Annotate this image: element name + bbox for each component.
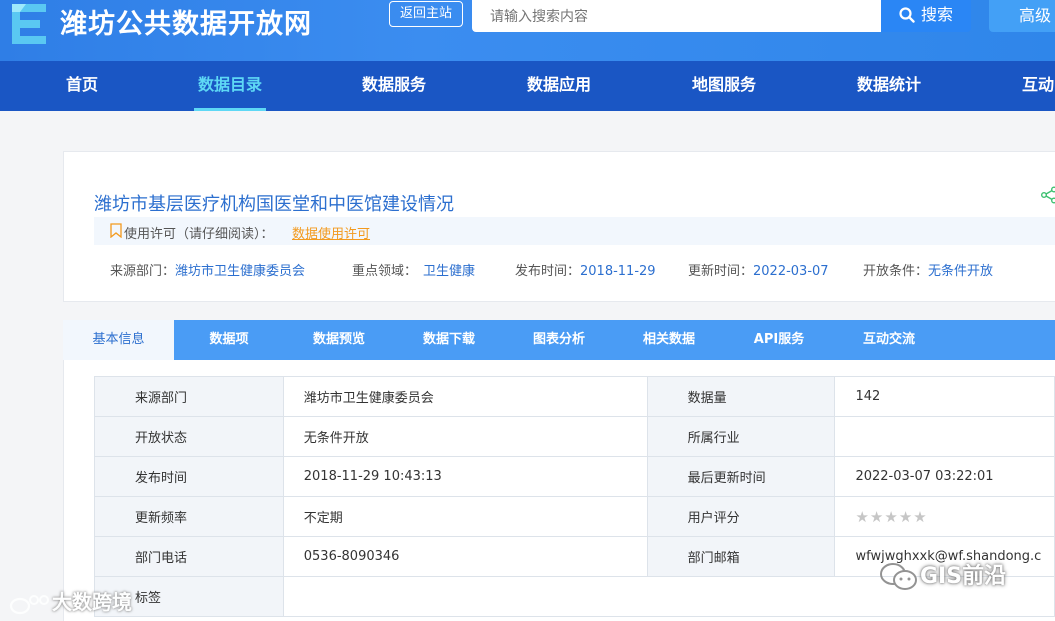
star-icon[interactable]: ★ — [899, 508, 913, 526]
dataset-title: 潍坊市基层医疗机构国医堂和中医馆建设情况 — [94, 194, 454, 215]
back-to-main-button[interactable]: 返回主站 — [389, 1, 463, 27]
star-icon[interactable]: ★ — [870, 508, 884, 526]
meta-update-key: 更新时间： — [688, 264, 754, 279]
table-value: 142 — [834, 376, 1055, 417]
star-icon[interactable]: ★ — [855, 508, 869, 526]
wechat-icon — [880, 563, 917, 590]
watermark-right: GIS前沿 — [878, 558, 1006, 592]
site-header: 潍坊公共数据开放网 返回主站 搜索 高级 — [0, 0, 1055, 61]
nav-item-data-apps[interactable]: 数据应用 — [527, 61, 591, 111]
meta-open-value: 无条件开放 — [928, 264, 994, 279]
meta-publish: 发布时间：2018-11-29 — [515, 260, 656, 279]
table-row: 更新频率 不定期 用户评分 ★★★★★ — [94, 496, 1055, 537]
table-label: 更新频率 — [94, 496, 284, 537]
star-icon[interactable]: ★ — [884, 508, 898, 526]
table-value: 2022-03-07 03:22:01 — [834, 456, 1055, 497]
meta-source-link[interactable]: 潍坊市卫生健康委员会 — [175, 264, 305, 279]
table-label: 所属行业 — [646, 416, 836, 457]
meta-open-key: 开放条件： — [863, 264, 929, 279]
user-rating[interactable]: ★★★★★ — [834, 496, 1055, 537]
dataset-summary-card: 潍坊市基层医疗机构国医堂和中医馆建设情况 使用许可（请仔细阅读）： 数据使用许可… — [63, 151, 1055, 302]
tab-api-service[interactable]: API服务 — [724, 320, 834, 360]
table-value: 2018-11-29 10:43:13 — [282, 456, 648, 497]
tab-related-data[interactable]: 相关数据 — [614, 320, 724, 360]
tab-data-download[interactable]: 数据下载 — [394, 320, 504, 360]
meta-field: 重点领域： 卫生健康 — [352, 260, 475, 279]
search-icon — [899, 7, 915, 23]
license-link[interactable]: 数据使用许可 — [292, 223, 370, 242]
search-button-label: 搜索 — [920, 5, 953, 24]
table-value: 无条件开放 — [282, 416, 648, 457]
weibo-icon — [9, 594, 49, 614]
meta-field-link[interactable]: 卫生健康 — [423, 264, 475, 279]
table-label: 最后更新时间 — [646, 456, 836, 497]
table-row: 来源部门 潍坊市卫生健康委员会 数据量 142 — [94, 376, 1055, 417]
advanced-search-button[interactable]: 高级 — [989, 0, 1055, 32]
nav-item-data-services[interactable]: 数据服务 — [362, 61, 426, 111]
nav-item-catalog[interactable]: 数据目录 — [194, 61, 267, 111]
meta-field-key: 重点领域： — [352, 264, 418, 279]
nav-item-home[interactable]: 首页 — [66, 61, 98, 111]
meta-open: 开放条件：无条件开放 — [863, 260, 993, 279]
table-label: 部门电话 — [94, 536, 284, 577]
table-label: 开放状态 — [94, 416, 284, 457]
tab-data-preview[interactable]: 数据预览 — [284, 320, 394, 360]
tab-interaction[interactable]: 互动交流 — [834, 320, 944, 360]
table-row: 发布时间 2018-11-29 10:43:13 最后更新时间 2022-03-… — [94, 456, 1055, 497]
nav-item-interaction[interactable]: 互动 — [1022, 61, 1054, 111]
license-bar: 使用许可（请仔细阅读）： 数据使用许可 — [94, 217, 1055, 245]
table-value: 不定期 — [282, 496, 648, 537]
table-label: 部门邮箱 — [646, 536, 836, 577]
watermark-right-text: GIS前沿 — [920, 564, 1007, 589]
search-button[interactable]: 搜索 — [881, 0, 971, 32]
table-label: 数据量 — [646, 376, 836, 417]
site-title[interactable]: 潍坊公共数据开放网 — [60, 2, 312, 41]
table-row: 开放状态 无条件开放 所属行业 — [94, 416, 1055, 457]
watermark-left-text: 大数跨境 — [52, 590, 132, 614]
nav-item-statistics[interactable]: 数据统计 — [857, 61, 921, 111]
main-nav: 首页 数据目录 数据服务 数据应用 地图服务 数据统计 互动 — [0, 61, 1055, 111]
meta-update: 更新时间：2022-03-07 — [688, 260, 829, 279]
meta-source-key: 来源部门： — [110, 264, 176, 279]
search-input[interactable] — [472, 0, 884, 32]
tab-chart-analysis[interactable]: 图表分析 — [504, 320, 614, 360]
tab-basic-info[interactable]: 基本信息 — [63, 320, 174, 360]
logo-icon — [12, 4, 46, 44]
table-label: 用户评分 — [646, 496, 836, 537]
license-label: 使用许可（请仔细阅读）： — [124, 227, 274, 242]
meta-publish-value: 2018-11-29 — [580, 264, 656, 279]
watermark-left: 大数跨境 — [8, 586, 132, 616]
bookmark-icon — [110, 223, 122, 238]
table-value: 0536-8090346 — [282, 536, 648, 577]
table-label: 发布时间 — [94, 456, 284, 497]
meta-source: 来源部门：潍坊市卫生健康委员会 — [110, 260, 305, 279]
table-label: 来源部门 — [94, 376, 284, 417]
star-icon[interactable]: ★ — [913, 508, 927, 526]
tab-data-items[interactable]: 数据项 — [174, 320, 284, 360]
meta-publish-key: 发布时间： — [515, 264, 581, 279]
share-icon[interactable] — [1040, 186, 1055, 204]
meta-update-value: 2022-03-07 — [753, 264, 829, 279]
detail-tabs: 基本信息 数据项 数据预览 数据下载 图表分析 相关数据 API服务 互动交流 — [63, 320, 1055, 360]
nav-item-map-services[interactable]: 地图服务 — [692, 61, 756, 111]
table-value: 潍坊市卫生健康委员会 — [282, 376, 648, 417]
table-value — [834, 416, 1055, 457]
